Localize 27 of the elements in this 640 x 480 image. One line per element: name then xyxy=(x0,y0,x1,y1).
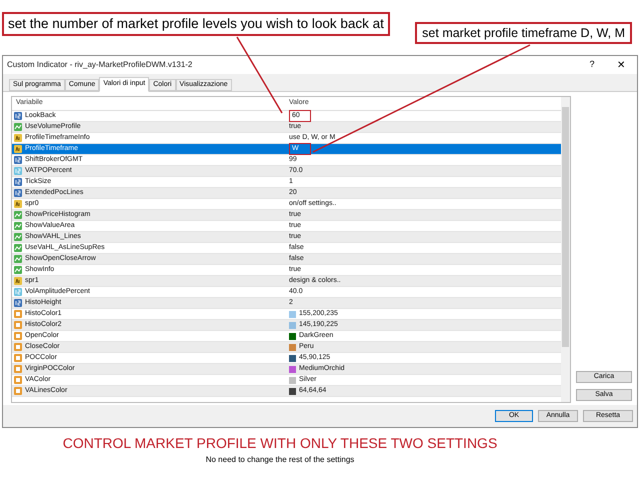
footer-subtitle: No need to change the rest of the settings xyxy=(206,454,354,466)
toggle-icon xyxy=(14,233,22,241)
toggle-icon xyxy=(14,244,22,252)
close-button[interactable]: ✕ xyxy=(609,58,633,72)
text-type-icon xyxy=(14,200,22,208)
toggle-icon xyxy=(14,266,22,274)
scroll-thumb[interactable] xyxy=(562,107,569,347)
integer-icon xyxy=(14,189,22,197)
integer-icon xyxy=(14,178,22,186)
footer-title: CONTROL MARKET PROFILE WITH ONLY THESE TWO SETTINGS xyxy=(62,434,498,453)
toggle-icon xyxy=(14,123,22,131)
integer-icon xyxy=(14,299,22,307)
integer-icon xyxy=(14,156,22,164)
text-type-icon xyxy=(14,145,22,153)
decimal-icon xyxy=(14,167,22,175)
decimal-icon xyxy=(14,288,22,296)
toggle-icon xyxy=(14,255,22,263)
callout: set market profile timeframe D, W, M xyxy=(415,22,632,44)
help-button[interactable]: ? xyxy=(583,58,601,72)
window-title: Custom Indicator - riv_ay-MarketProfileDWM.v131-2 xyxy=(7,59,194,71)
text-type-icon xyxy=(14,277,22,285)
toggle-icon xyxy=(14,222,22,230)
toggle-icon xyxy=(14,211,22,219)
integer-icon xyxy=(14,112,22,120)
scrollbar[interactable] xyxy=(561,97,570,402)
text-type-icon xyxy=(14,134,22,142)
callout: set the number of market profile levels you wish to look back at xyxy=(2,12,390,36)
